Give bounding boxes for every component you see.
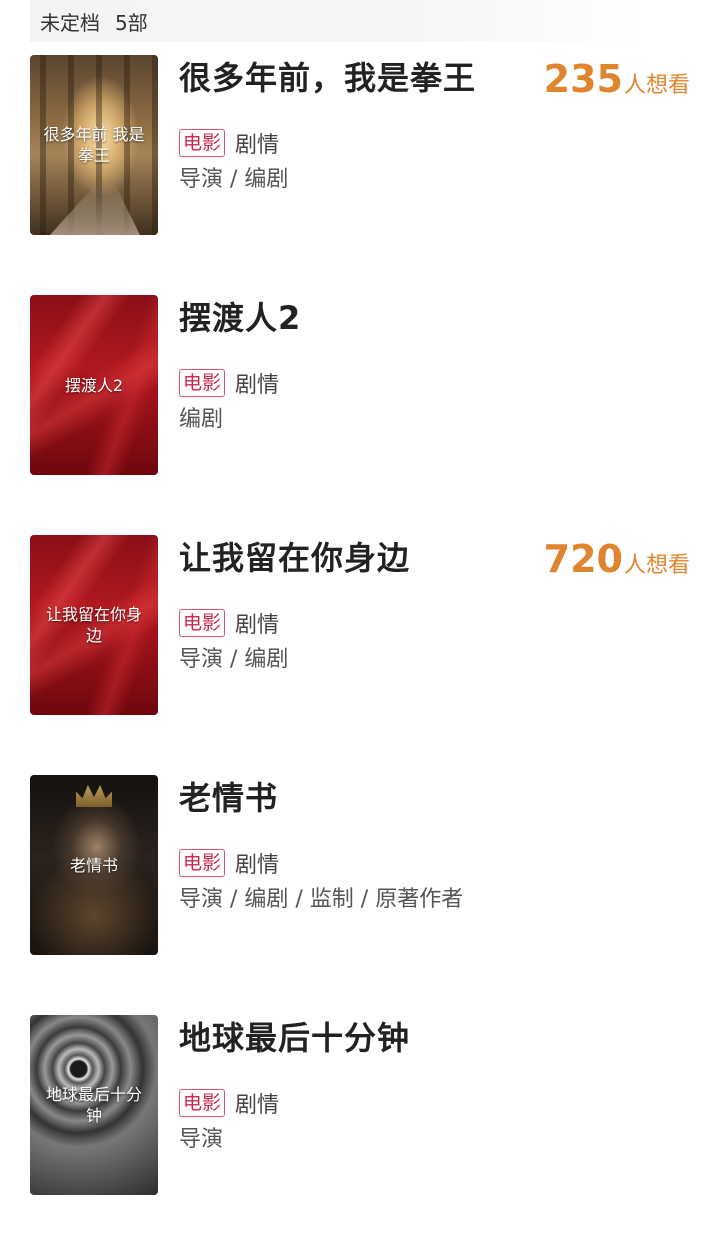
roles-label: 导演 / 编剧: [179, 167, 289, 192]
movie-poster[interactable]: 老情书: [30, 775, 158, 955]
poster-title: 让我留在你身边: [45, 605, 142, 645]
movie-meta: 电影 剧情: [179, 367, 279, 399]
section-count: 5部: [115, 10, 148, 35]
poster-title: 很多年前 我是拳王: [43, 125, 145, 165]
genre-label: 剧情: [235, 373, 280, 398]
roles-label: 导演: [179, 1127, 224, 1152]
want-count-suffix: 人想看: [623, 73, 690, 98]
genre-label: 剧情: [235, 853, 280, 878]
roles-label: 编剧: [179, 407, 224, 432]
movie-item[interactable]: 很多年前 我是拳王 很多年前，我是拳王 235 人想看 电影 剧情 导演 / 编…: [0, 55, 720, 235]
movie-title[interactable]: 摆渡人2: [179, 297, 301, 339]
movie-title[interactable]: 让我留在你身边: [179, 537, 410, 579]
movie-title[interactable]: 地球最后十分钟: [179, 1017, 410, 1059]
roles-label: 导演 / 编剧 / 监制 / 原著作者: [179, 887, 464, 912]
movie-title[interactable]: 老情书: [179, 777, 278, 819]
genre-label: 剧情: [235, 1093, 280, 1118]
poster-title: 地球最后十分钟: [45, 1085, 142, 1125]
roles-label: 导演 / 编剧: [179, 647, 289, 672]
type-tag: 电影: [179, 849, 226, 877]
want-count-number: 720: [543, 537, 623, 581]
movie-item[interactable]: 让我留在你身边 让我留在你身边 720 人想看 电影 剧情 导演 / 编剧: [0, 535, 720, 715]
movie-poster[interactable]: 地球最后十分钟: [30, 1015, 158, 1195]
section-header: 未定档 5部: [30, 0, 640, 42]
type-tag: 电影: [179, 1089, 226, 1117]
genre-label: 剧情: [235, 613, 280, 638]
movie-title[interactable]: 很多年前，我是拳王: [179, 57, 476, 99]
type-tag: 电影: [179, 609, 226, 637]
crown-icon: [76, 785, 112, 807]
movie-item[interactable]: 地球最后十分钟 地球最后十分钟 电影 剧情 导演: [0, 1015, 720, 1195]
movie-item[interactable]: 摆渡人2 摆渡人2 电影 剧情 编剧: [0, 295, 720, 475]
poster-title: 老情书: [69, 855, 118, 875]
movie-list: 很多年前 我是拳王 很多年前，我是拳王 235 人想看 电影 剧情 导演 / 编…: [0, 55, 720, 1255]
genre-label: 剧情: [235, 133, 280, 158]
poster-title: 摆渡人2: [64, 375, 124, 395]
movie-meta: 电影 剧情: [179, 127, 279, 159]
movie-item[interactable]: 老情书 老情书 电影 剧情 导演 / 编剧 / 监制 / 原著作者: [0, 775, 720, 955]
section-label: 未定档: [40, 10, 100, 35]
movie-poster[interactable]: 让我留在你身边: [30, 535, 158, 715]
movie-poster[interactable]: 很多年前 我是拳王: [30, 55, 158, 235]
want-count-suffix: 人想看: [623, 553, 690, 578]
type-tag: 电影: [179, 129, 226, 157]
type-tag: 电影: [179, 369, 226, 397]
movie-poster[interactable]: 摆渡人2: [30, 295, 158, 475]
want-to-watch-count: 720 人想看: [544, 537, 690, 581]
want-count-number: 235: [543, 57, 623, 101]
movie-meta: 电影 剧情: [179, 847, 279, 879]
want-to-watch-count: 235 人想看: [544, 57, 690, 101]
movie-meta: 电影 剧情: [179, 607, 279, 639]
movie-meta: 电影 剧情: [179, 1087, 279, 1119]
